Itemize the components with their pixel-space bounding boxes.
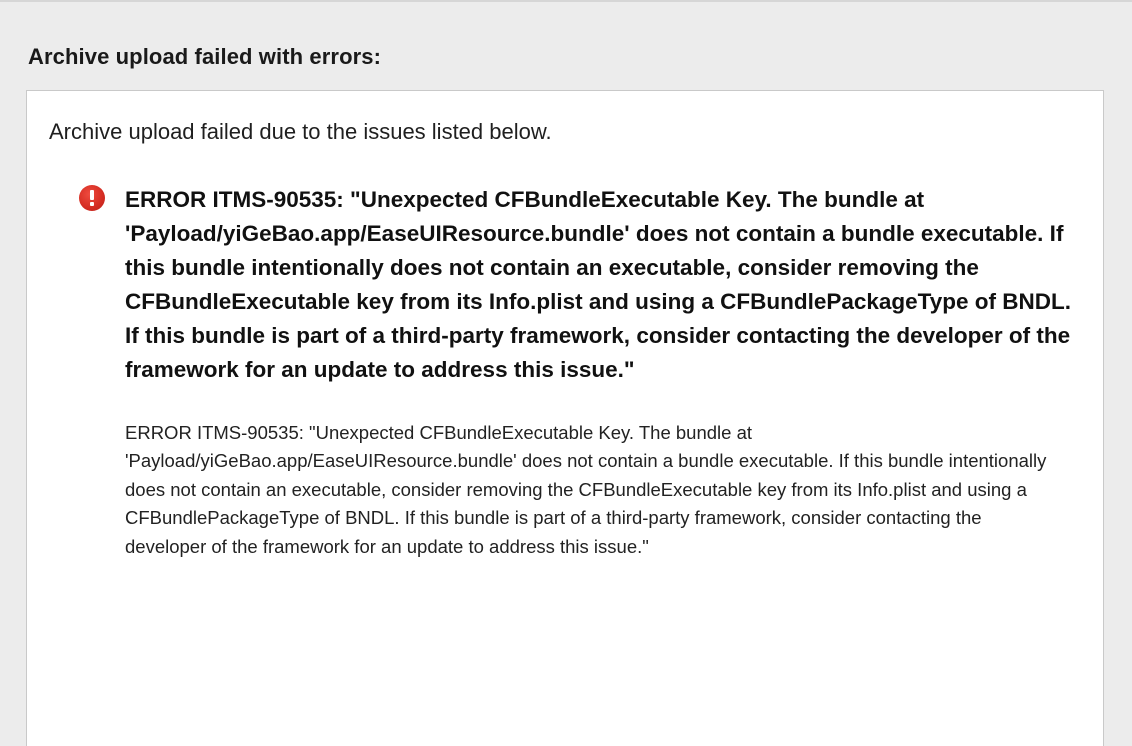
issues-summary: Archive upload failed due to the issues … xyxy=(49,119,552,144)
issue-detail: ERROR ITMS-90535: "Unexpected CFBundleEx… xyxy=(125,422,1047,557)
issues-panel[interactable]: Archive upload failed due to the issues … xyxy=(26,90,1104,746)
error-icon xyxy=(79,185,105,211)
upload-error-dialog: Archive upload failed with errors: Archi… xyxy=(0,0,1132,746)
dialog-header: Archive upload failed with errors: xyxy=(28,44,382,69)
issue-title: ERROR ITMS-90535: "Unexpected CFBundleEx… xyxy=(125,187,1071,382)
window-top-divider xyxy=(0,0,1132,2)
